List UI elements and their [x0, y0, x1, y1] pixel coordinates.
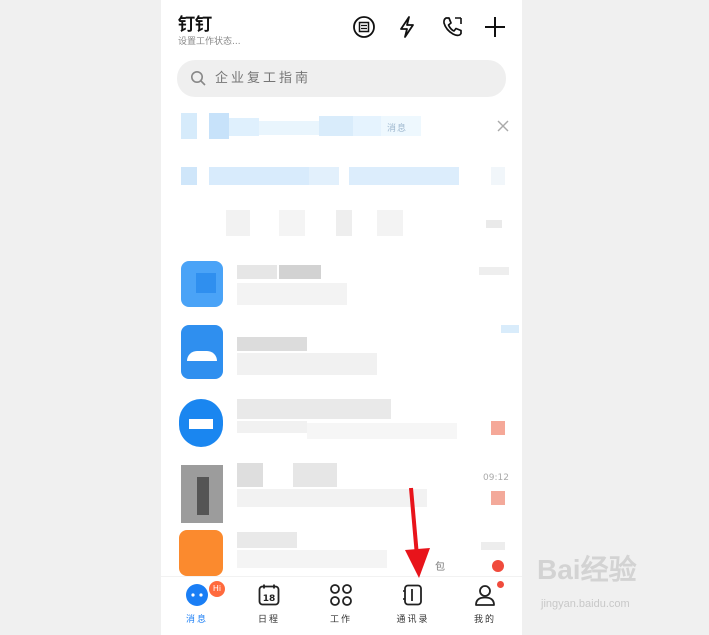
- blurred-block: [501, 325, 519, 333]
- blurred-block: [237, 283, 347, 305]
- flash-icon[interactable]: [394, 14, 420, 40]
- chat-bubble-icon: [185, 583, 209, 607]
- blurred-block: [319, 116, 353, 136]
- blurred-block: [237, 265, 277, 279]
- banner-text: 消息: [387, 124, 408, 134]
- blurred-block: [491, 421, 505, 435]
- blurred-block: [237, 337, 307, 351]
- blurred-block: [481, 542, 505, 550]
- avatar: [179, 530, 223, 576]
- top-header: 钉钉 设置工作状态...: [161, 0, 522, 56]
- blurred-block: [486, 220, 502, 228]
- grid-icon: [329, 583, 353, 607]
- timestamp: 09:12: [483, 473, 509, 483]
- blurred-block: [189, 419, 213, 429]
- blurred-block: [237, 532, 297, 548]
- blurred-block: [279, 210, 305, 236]
- blurred-block: [237, 550, 387, 568]
- tab-calendar[interactable]: 18 日程: [239, 581, 299, 627]
- calendar-date: 18: [263, 594, 276, 604]
- blurred-block: [237, 353, 377, 375]
- blurred-block: [377, 210, 403, 236]
- blurred-block: [196, 273, 216, 293]
- ding-icon[interactable]: [351, 14, 377, 40]
- tab-label: 工作: [329, 615, 352, 625]
- search-input[interactable]: [215, 68, 485, 89]
- search-icon: [190, 70, 207, 87]
- blurred-block: [237, 463, 263, 487]
- blurred-block: [237, 421, 307, 433]
- close-icon[interactable]: [495, 118, 511, 134]
- blurred-block: [479, 267, 509, 275]
- tab-messages[interactable]: Hi 消息: [167, 581, 227, 627]
- person-icon: [473, 583, 497, 607]
- tab-contacts[interactable]: 通讯录: [383, 581, 443, 627]
- blurred-block: [293, 463, 337, 487]
- blurred-block: [279, 265, 321, 279]
- watermark-logo: Bai经验: [537, 554, 637, 585]
- blurred-block: [491, 491, 505, 505]
- add-icon[interactable]: [482, 14, 508, 40]
- tab-label: 日程: [257, 615, 280, 625]
- unread-badge: [492, 560, 504, 572]
- bottom-tab-bar: Hi 消息 18 日程 工作 通讯录 我的: [161, 576, 522, 628]
- arrow-icon: [405, 487, 430, 578]
- blurred-block: [197, 477, 209, 515]
- blurred-block: [307, 423, 457, 439]
- blurred-block: [181, 167, 197, 185]
- blurred-block: [209, 113, 229, 139]
- blurred-block: [181, 113, 197, 139]
- watermark-url: jingyan.baidu.com: [541, 598, 630, 610]
- blurred-block: [237, 399, 391, 419]
- tab-label: 消息: [185, 615, 208, 625]
- tab-label: 我的: [473, 615, 496, 625]
- calendar-icon: 18: [257, 583, 281, 607]
- app-title: 钉钉: [178, 15, 212, 35]
- tab-badge: Hi: [209, 581, 225, 597]
- blurred-block: [259, 121, 319, 135]
- blurred-block: [336, 210, 352, 236]
- blurred-block: [349, 167, 459, 185]
- phone-icon[interactable]: [439, 14, 465, 40]
- blurred-block: [229, 118, 259, 136]
- blurred-block: [309, 167, 339, 185]
- blurred-block: [187, 351, 217, 361]
- blurred-block: [353, 116, 381, 136]
- blurred-block: [226, 210, 250, 236]
- contacts-book-icon: [401, 583, 425, 607]
- phone-screen: 钉钉 设置工作状态... 消息: [161, 0, 522, 635]
- tab-profile[interactable]: 我的: [455, 581, 515, 627]
- work-status-text[interactable]: 设置工作状态...: [178, 34, 241, 47]
- tab-work[interactable]: 工作: [311, 581, 371, 627]
- watermark: Bai经验 jingyan.baidu.com: [537, 548, 707, 628]
- blurred-block: [491, 167, 505, 185]
- list-item[interactable]: [161, 391, 522, 461]
- blurred-block: [209, 167, 309, 185]
- list-item[interactable]: [161, 251, 522, 321]
- tab-label: 通讯录: [396, 615, 430, 625]
- list-item[interactable]: 09:12: [161, 461, 522, 531]
- list-item[interactable]: [161, 321, 522, 391]
- notification-dot: [497, 581, 504, 588]
- search-bar[interactable]: [177, 60, 506, 97]
